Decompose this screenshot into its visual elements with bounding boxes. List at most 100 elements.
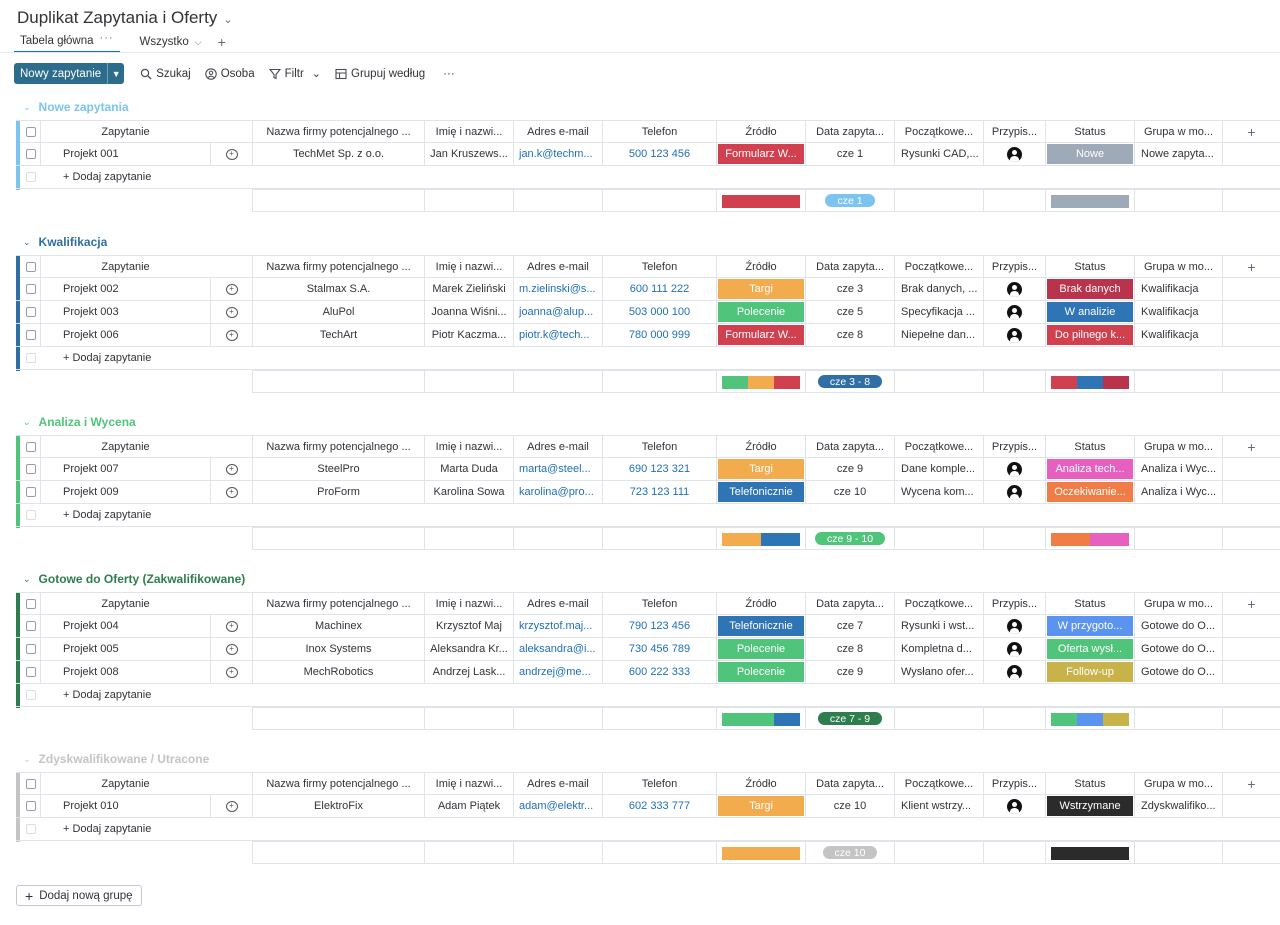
cell-source[interactable]: Źródło	[716, 121, 805, 142]
row-checkbox[interactable]	[26, 284, 36, 294]
person-avatar-icon[interactable]	[1007, 146, 1022, 162]
column-header-initial[interactable]: Początkowe...	[905, 598, 973, 610]
cell-status[interactable]: Follow-up	[1045, 661, 1134, 683]
source-label[interactable]: Polecenie	[718, 639, 804, 659]
person-avatar-icon[interactable]	[1007, 798, 1022, 814]
cell-assigned[interactable]	[983, 481, 1045, 503]
cell-email[interactable]: Adres e-mail	[513, 121, 602, 142]
add-item-row[interactable]: + Dodaj zapytanie	[16, 347, 1280, 370]
cell-date[interactable]: cze 10	[805, 481, 894, 503]
cell-date[interactable]: cze 3	[805, 278, 894, 300]
column-header-assigned[interactable]: Przypis...	[992, 778, 1037, 790]
cell-assigned[interactable]: Przypis...	[983, 121, 1045, 142]
cell-source[interactable]: Telefonicznie	[716, 481, 805, 503]
cell-email[interactable]: Adres e-mail	[513, 593, 602, 614]
cell-initial[interactable]: Początkowe...	[894, 773, 983, 794]
table-row[interactable]: Projekt 010 + ElektroFix Adam Piątek adam@el…	[16, 795, 1280, 818]
cell-status[interactable]: Status	[1045, 436, 1134, 457]
add-item-link[interactable]: + Dodaj zapytanie	[63, 166, 151, 188]
cell-initial[interactable]: Rysunki CAD,...	[894, 143, 983, 165]
status-label[interactable]: W przygoto...	[1047, 616, 1133, 636]
add-update-icon[interactable]: +	[225, 620, 238, 632]
status-label[interactable]: Wstrzymane	[1047, 796, 1133, 816]
cell-chat[interactable]: +	[210, 301, 252, 323]
column-header-status[interactable]: Status	[1074, 441, 1105, 453]
cell-group[interactable]: Analiza i Wyc...	[1134, 481, 1222, 503]
cell-item[interactable]: Projekt 001	[40, 143, 210, 165]
cell-date[interactable]: Data zapyta...	[805, 121, 894, 142]
cell-group[interactable]: Grupa w mo...	[1134, 773, 1222, 794]
cell-phone[interactable]: 500 123 456	[602, 143, 716, 165]
column-header-company[interactable]: Nazwa firmy potencjalnego ...	[266, 126, 410, 138]
source-label[interactable]: Formularz W...	[718, 325, 804, 345]
cell-add[interactable]: +	[1222, 121, 1280, 142]
cell-name[interactable]: Imię i nazwi...	[424, 256, 513, 277]
cell-company[interactable]: Stalmax S.A.	[252, 278, 424, 300]
cell-chat[interactable]: +	[210, 324, 252, 346]
cell-phone[interactable]: 780 000 999	[602, 324, 716, 346]
cell-source[interactable]: Telefonicznie	[716, 615, 805, 637]
group-title[interactable]: ⌄ Zdyskwalifikowane / Utracone	[23, 750, 209, 768]
cell-status[interactable]: Status	[1045, 593, 1134, 614]
cell-status[interactable]: W analizie	[1045, 301, 1134, 323]
cell-email[interactable]: Adres e-mail	[513, 436, 602, 457]
person-avatar-icon[interactable]	[1007, 484, 1022, 500]
cell-group[interactable]: Gotowe do O...	[1134, 661, 1222, 683]
cell-group[interactable]: Grupa w mo...	[1134, 593, 1222, 614]
cell-assigned[interactable]	[983, 661, 1045, 683]
cell-date[interactable]: Data zapyta...	[805, 593, 894, 614]
cell-date[interactable]: cze 5	[805, 301, 894, 323]
cell-status[interactable]: Brak danych	[1045, 278, 1134, 300]
cell-assigned[interactable]: Przypis...	[983, 593, 1045, 614]
chevron-down-icon[interactable]: ⌄	[23, 574, 31, 585]
source-label[interactable]: Polecenie	[718, 662, 804, 682]
cell-chat[interactable]: +	[210, 661, 252, 683]
person-avatar-icon[interactable]	[1007, 327, 1022, 343]
source-label[interactable]: Targi	[718, 796, 804, 816]
select-all-checkbox[interactable]	[26, 442, 36, 452]
column-header-initial[interactable]: Początkowe...	[905, 261, 973, 273]
column-header-name[interactable]: Imię i nazwi...	[436, 126, 503, 138]
cell-group[interactable]: Analiza i Wyc...	[1134, 458, 1222, 480]
source-distribution-bar[interactable]	[722, 533, 800, 546]
cell-email[interactable]: adam@elektr...	[513, 795, 602, 817]
column-header-group[interactable]: Grupa w mo...	[1144, 778, 1213, 790]
add-item-link[interactable]: + Dodaj zapytanie	[63, 818, 151, 840]
column-header-company[interactable]: Nazwa firmy potencjalnego ...	[266, 598, 410, 610]
column-header-initial[interactable]: Początkowe...	[905, 126, 973, 138]
source-label[interactable]: Telefonicznie	[718, 482, 804, 502]
group-title[interactable]: ⌄ Nowe zapytania	[23, 98, 129, 116]
cell-phone[interactable]: 602 333 777	[602, 795, 716, 817]
cell-date[interactable]: cze 8	[805, 324, 894, 346]
column-header-date[interactable]: Data zapyta...	[816, 126, 884, 138]
column-header-company[interactable]: Nazwa firmy potencjalnego ...	[266, 261, 410, 273]
add-update-icon[interactable]: +	[225, 486, 238, 498]
cell-name[interactable]: Imię i nazwi...	[424, 593, 513, 614]
cell-status[interactable]: Oferta wysł...	[1045, 638, 1134, 660]
cell-initial[interactable]: Wycena kom...	[894, 481, 983, 503]
chevron-down-icon[interactable]: ⌵	[195, 37, 202, 48]
add-update-icon[interactable]: +	[225, 666, 238, 678]
person-avatar-icon[interactable]	[1007, 618, 1022, 634]
status-label[interactable]: Do pilnego k...	[1047, 325, 1133, 345]
cell-add[interactable]: +	[1222, 256, 1280, 277]
add-item-row[interactable]: + Dodaj zapytanie	[16, 166, 1280, 189]
cell-email[interactable]: jan.k@techm...	[513, 143, 602, 165]
cell-email[interactable]: Adres e-mail	[513, 256, 602, 277]
column-header-date[interactable]: Data zapyta...	[816, 261, 884, 273]
cell-date[interactable]: Data zapyta...	[805, 773, 894, 794]
cell-company[interactable]: Nazwa firmy potencjalnego ...	[252, 593, 424, 614]
row-checkbox[interactable]	[26, 644, 36, 654]
source-label[interactable]: Targi	[718, 279, 804, 299]
date-range-pill[interactable]: cze 9 - 10	[814, 532, 886, 545]
cell-group[interactable]: Grupa w mo...	[1134, 256, 1222, 277]
select-all-checkbox[interactable]	[26, 262, 36, 272]
cell-group[interactable]: Gotowe do O...	[1134, 638, 1222, 660]
status-label[interactable]: Nowe	[1047, 144, 1133, 164]
add-item-link[interactable]: + Dodaj zapytanie	[63, 684, 151, 706]
cell-name[interactable]: Karolina Sowa	[424, 481, 513, 503]
column-header-assigned[interactable]: Przypis...	[992, 441, 1037, 453]
cell-item[interactable]: Projekt 008	[40, 661, 210, 683]
add-update-icon[interactable]: +	[225, 148, 238, 160]
cell-email[interactable]: m.zielinski@s...	[513, 278, 602, 300]
